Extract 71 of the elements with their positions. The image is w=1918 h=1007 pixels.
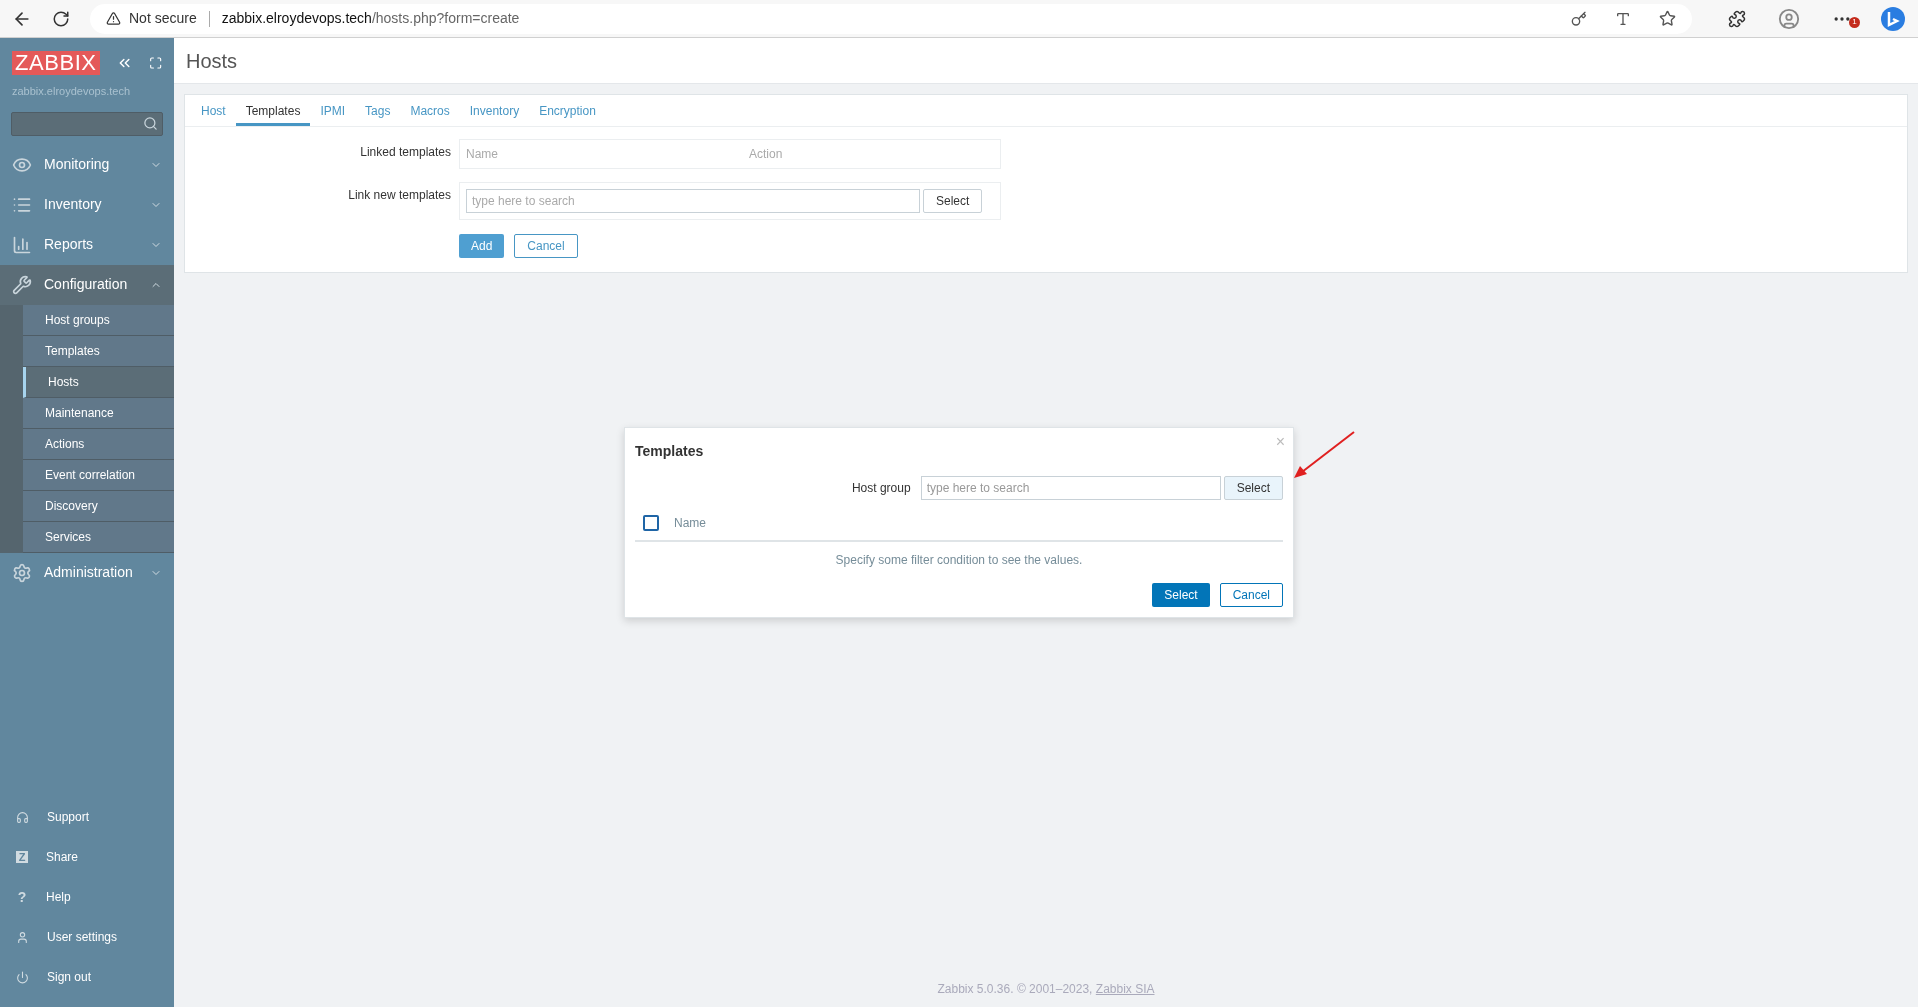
dialog-select-button[interactable]: Select: [1152, 583, 1210, 607]
power-icon: [16, 970, 29, 984]
field-label: Linked templates: [359, 144, 452, 161]
warning-icon: [106, 11, 121, 26]
submenu-item[interactable]: Actions: [23, 428, 174, 460]
dialog-cancel-button[interactable]: Cancel: [1219, 583, 1283, 607]
sidebar-link[interactable]: Support: [47, 808, 90, 826]
tab[interactable]: Templates: [235, 95, 311, 126]
tab[interactable]: Host: [191, 95, 236, 126]
column-header: Action: [749, 146, 783, 163]
star-icon[interactable]: [1659, 10, 1676, 27]
gear-icon: [12, 562, 32, 583]
help-icon: ?: [16, 891, 28, 903]
reload-icon[interactable]: [52, 9, 70, 28]
template-search-field[interactable]: type here to search: [466, 189, 920, 213]
company-link[interactable]: Zabbix SIA: [1095, 982, 1155, 996]
sidebar-link[interactable]: Share: [46, 848, 79, 866]
share-icon: Z: [16, 851, 28, 863]
menu-item[interactable]: Inventory: [0, 184, 174, 225]
tab[interactable]: Encryption: [529, 95, 606, 126]
submenu-item[interactable]: Maintenance: [23, 397, 174, 429]
profile-icon[interactable]: [1778, 7, 1800, 30]
column-header: Name: [674, 515, 706, 532]
key-icon[interactable]: [1571, 10, 1587, 27]
host-group-field[interactable]: type here to search: [920, 476, 1221, 500]
menu-item[interactable]: Reports: [0, 224, 174, 265]
tab[interactable]: Macros: [400, 95, 460, 126]
bar-chart-icon: [12, 234, 32, 255]
search-icon[interactable]: [143, 116, 158, 131]
headphones-icon: [16, 810, 29, 824]
tab[interactable]: Inventory: [459, 95, 530, 126]
host-group-select-button[interactable]: Select: [1223, 476, 1283, 500]
field-label: Link new templates: [347, 187, 452, 204]
sidebar-link[interactable]: Sign out: [47, 968, 92, 986]
zabbix-logo[interactable]: ZABBIX: [12, 51, 100, 75]
dialog-close-button[interactable]: ×: [1275, 430, 1285, 454]
submenu-item[interactable]: Discovery: [23, 490, 174, 522]
submenu-item[interactable]: Templates: [23, 335, 174, 367]
column-header: Name: [466, 146, 499, 163]
empty-message: Specify some filter condition to see the values.: [834, 552, 1084, 569]
submenu-item[interactable]: Hosts: [23, 366, 174, 398]
tab[interactable]: IPMI: [310, 95, 356, 126]
select-all-checkbox[interactable]: [643, 515, 659, 531]
search-field[interactable]: [11, 111, 163, 136]
submenu-item[interactable]: Event correlation: [23, 459, 174, 491]
submenu-item[interactable]: Services: [23, 521, 174, 553]
menu-item[interactable]: Administration: [0, 552, 174, 593]
page-title: Hosts: [186, 48, 238, 74]
tab[interactable]: Tags: [355, 95, 401, 126]
fullscreen-icon[interactable]: [148, 56, 162, 70]
user-icon: [16, 930, 29, 944]
arrow-drawing: [1292, 430, 1356, 480]
sidebar-link[interactable]: User settings: [47, 928, 118, 946]
menu-item[interactable]: Configuration: [0, 264, 174, 305]
address-bar[interactable]: Not secure zabbix.elroydevops.tech/hosts.php?form=create: [90, 3, 1692, 34]
filter-label: Host group: [851, 480, 911, 497]
cancel-button[interactable]: Cancel: [514, 234, 578, 258]
add-button[interactable]: Add: [459, 234, 505, 258]
select-button[interactable]: Select: [923, 189, 983, 213]
browser-logo-icon[interactable]: [1880, 5, 1906, 32]
server-name: zabbix.elroydevops.tech: [11, 84, 131, 99]
menu-item[interactable]: Monitoring: [0, 144, 174, 185]
security-label: Not secure: [129, 9, 197, 28]
submenu-item[interactable]: Host groups: [23, 304, 174, 336]
wrench-icon: [12, 274, 32, 295]
notification-badge: 1: [1849, 16, 1860, 28]
url-text: zabbix.elroydevops.tech/hosts.php?form=create: [221, 9, 520, 28]
dialog-title: Templates: [635, 442, 705, 461]
extensions-icon[interactable]: [1728, 9, 1746, 28]
sidebar-link[interactable]: Help: [46, 888, 71, 906]
copyright-text: Zabbix 5.0.36. © 2001–2023, Zabbix SIA: [937, 981, 1155, 998]
